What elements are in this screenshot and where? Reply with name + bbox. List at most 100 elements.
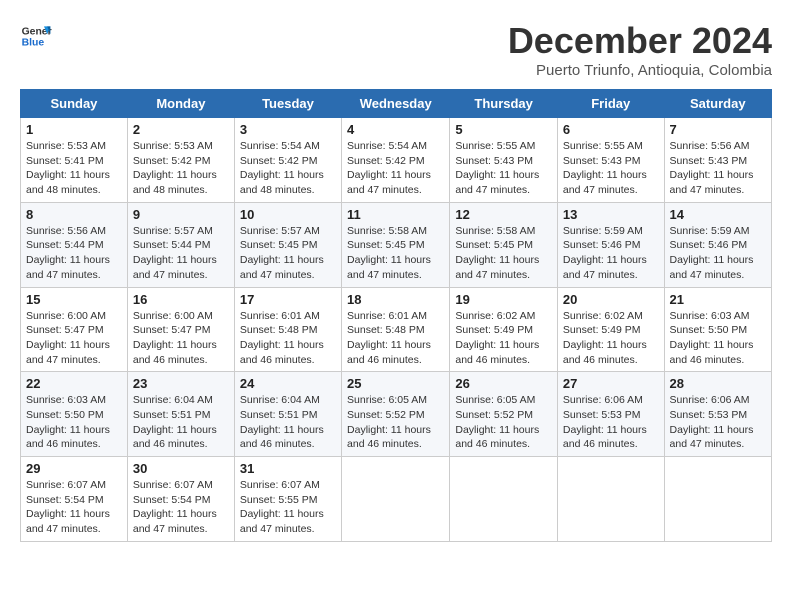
header-day-sunday: Sunday: [21, 90, 128, 118]
day-number: 27: [563, 376, 659, 391]
calendar-cell: 12 Sunrise: 5:58 AMSunset: 5:45 PMDaylig…: [450, 202, 558, 287]
day-info: Sunrise: 6:00 AMSunset: 5:47 PMDaylight:…: [26, 310, 110, 366]
day-number: 21: [670, 292, 766, 307]
day-info: Sunrise: 5:58 AMSunset: 5:45 PMDaylight:…: [347, 225, 431, 281]
header-row: SundayMondayTuesdayWednesdayThursdayFrid…: [21, 90, 772, 118]
calendar-cell: 10 Sunrise: 5:57 AMSunset: 5:45 PMDaylig…: [234, 202, 341, 287]
calendar-cell: 31 Sunrise: 6:07 AMSunset: 5:55 PMDaylig…: [234, 457, 341, 542]
day-number: 13: [563, 207, 659, 222]
day-number: 7: [670, 122, 766, 137]
calendar-cell: 11 Sunrise: 5:58 AMSunset: 5:45 PMDaylig…: [342, 202, 450, 287]
day-info: Sunrise: 5:57 AMSunset: 5:44 PMDaylight:…: [133, 225, 217, 281]
calendar-cell: 1 Sunrise: 5:53 AMSunset: 5:41 PMDayligh…: [21, 118, 128, 203]
calendar-cell: 30 Sunrise: 6:07 AMSunset: 5:54 PMDaylig…: [127, 457, 234, 542]
calendar-cell: 26 Sunrise: 6:05 AMSunset: 5:52 PMDaylig…: [450, 372, 558, 457]
calendar-cell: [450, 457, 558, 542]
day-info: Sunrise: 6:01 AMSunset: 5:48 PMDaylight:…: [240, 310, 324, 366]
day-info: Sunrise: 5:54 AMSunset: 5:42 PMDaylight:…: [347, 140, 431, 196]
calendar-cell: 29 Sunrise: 6:07 AMSunset: 5:54 PMDaylig…: [21, 457, 128, 542]
calendar-cell: 25 Sunrise: 6:05 AMSunset: 5:52 PMDaylig…: [342, 372, 450, 457]
calendar-table: SundayMondayTuesdayWednesdayThursdayFrid…: [20, 89, 772, 542]
day-info: Sunrise: 5:54 AMSunset: 5:42 PMDaylight:…: [240, 140, 324, 196]
day-number: 6: [563, 122, 659, 137]
calendar-cell: 7 Sunrise: 5:56 AMSunset: 5:43 PMDayligh…: [664, 118, 771, 203]
page-title: December 2024: [508, 20, 772, 62]
calendar-cell: 16 Sunrise: 6:00 AMSunset: 5:47 PMDaylig…: [127, 287, 234, 372]
day-number: 4: [347, 122, 444, 137]
day-number: 12: [455, 207, 552, 222]
calendar-cell: 19 Sunrise: 6:02 AMSunset: 5:49 PMDaylig…: [450, 287, 558, 372]
day-info: Sunrise: 5:53 AMSunset: 5:42 PMDaylight:…: [133, 140, 217, 196]
day-info: Sunrise: 5:59 AMSunset: 5:46 PMDaylight:…: [563, 225, 647, 281]
day-number: 19: [455, 292, 552, 307]
svg-text:Blue: Blue: [22, 38, 45, 49]
day-number: 3: [240, 122, 336, 137]
week-row-3: 15 Sunrise: 6:00 AMSunset: 5:47 PMDaylig…: [21, 287, 772, 372]
calendar-cell: 27 Sunrise: 6:06 AMSunset: 5:53 PMDaylig…: [557, 372, 664, 457]
calendar-cell: [342, 457, 450, 542]
day-number: 18: [347, 292, 444, 307]
calendar-cell: 14 Sunrise: 5:59 AMSunset: 5:46 PMDaylig…: [664, 202, 771, 287]
logo-icon: General Blue: [20, 20, 52, 52]
week-row-2: 8 Sunrise: 5:56 AMSunset: 5:44 PMDayligh…: [21, 202, 772, 287]
week-row-5: 29 Sunrise: 6:07 AMSunset: 5:54 PMDaylig…: [21, 457, 772, 542]
calendar-cell: 8 Sunrise: 5:56 AMSunset: 5:44 PMDayligh…: [21, 202, 128, 287]
day-info: Sunrise: 6:07 AMSunset: 5:54 PMDaylight:…: [133, 479, 217, 535]
day-info: Sunrise: 6:06 AMSunset: 5:53 PMDaylight:…: [563, 394, 647, 450]
calendar-cell: 28 Sunrise: 6:06 AMSunset: 5:53 PMDaylig…: [664, 372, 771, 457]
day-number: 28: [670, 376, 766, 391]
day-info: Sunrise: 5:57 AMSunset: 5:45 PMDaylight:…: [240, 225, 324, 281]
day-number: 26: [455, 376, 552, 391]
header-day-thursday: Thursday: [450, 90, 558, 118]
logo: General Blue: [20, 20, 52, 52]
header-day-saturday: Saturday: [664, 90, 771, 118]
page-subtitle: Puerto Triunfo, Antioquia, Colombia: [508, 62, 772, 79]
calendar-cell: 9 Sunrise: 5:57 AMSunset: 5:44 PMDayligh…: [127, 202, 234, 287]
day-number: 9: [133, 207, 229, 222]
day-number: 10: [240, 207, 336, 222]
day-info: Sunrise: 6:04 AMSunset: 5:51 PMDaylight:…: [133, 394, 217, 450]
day-info: Sunrise: 6:05 AMSunset: 5:52 PMDaylight:…: [347, 394, 431, 450]
day-number: 8: [26, 207, 122, 222]
calendar-cell: 22 Sunrise: 6:03 AMSunset: 5:50 PMDaylig…: [21, 372, 128, 457]
day-number: 25: [347, 376, 444, 391]
calendar-cell: 23 Sunrise: 6:04 AMSunset: 5:51 PMDaylig…: [127, 372, 234, 457]
day-number: 22: [26, 376, 122, 391]
calendar-cell: [557, 457, 664, 542]
week-row-1: 1 Sunrise: 5:53 AMSunset: 5:41 PMDayligh…: [21, 118, 772, 203]
day-number: 1: [26, 122, 122, 137]
day-number: 5: [455, 122, 552, 137]
header-day-friday: Friday: [557, 90, 664, 118]
day-info: Sunrise: 5:56 AMSunset: 5:43 PMDaylight:…: [670, 140, 754, 196]
day-info: Sunrise: 5:59 AMSunset: 5:46 PMDaylight:…: [670, 225, 754, 281]
day-info: Sunrise: 5:55 AMSunset: 5:43 PMDaylight:…: [455, 140, 539, 196]
day-info: Sunrise: 6:07 AMSunset: 5:54 PMDaylight:…: [26, 479, 110, 535]
week-row-4: 22 Sunrise: 6:03 AMSunset: 5:50 PMDaylig…: [21, 372, 772, 457]
calendar-cell: 20 Sunrise: 6:02 AMSunset: 5:49 PMDaylig…: [557, 287, 664, 372]
day-info: Sunrise: 6:06 AMSunset: 5:53 PMDaylight:…: [670, 394, 754, 450]
day-number: 17: [240, 292, 336, 307]
calendar-cell: 2 Sunrise: 5:53 AMSunset: 5:42 PMDayligh…: [127, 118, 234, 203]
title-block: December 2024 Puerto Triunfo, Antioquia,…: [508, 20, 772, 79]
day-info: Sunrise: 5:55 AMSunset: 5:43 PMDaylight:…: [563, 140, 647, 196]
day-info: Sunrise: 5:58 AMSunset: 5:45 PMDaylight:…: [455, 225, 539, 281]
day-number: 24: [240, 376, 336, 391]
calendar-cell: 15 Sunrise: 6:00 AMSunset: 5:47 PMDaylig…: [21, 287, 128, 372]
calendar-cell: 17 Sunrise: 6:01 AMSunset: 5:48 PMDaylig…: [234, 287, 341, 372]
day-info: Sunrise: 6:04 AMSunset: 5:51 PMDaylight:…: [240, 394, 324, 450]
calendar-cell: 21 Sunrise: 6:03 AMSunset: 5:50 PMDaylig…: [664, 287, 771, 372]
day-number: 2: [133, 122, 229, 137]
day-number: 30: [133, 461, 229, 476]
header-day-tuesday: Tuesday: [234, 90, 341, 118]
day-number: 16: [133, 292, 229, 307]
calendar-cell: 4 Sunrise: 5:54 AMSunset: 5:42 PMDayligh…: [342, 118, 450, 203]
calendar-cell: 24 Sunrise: 6:04 AMSunset: 5:51 PMDaylig…: [234, 372, 341, 457]
day-info: Sunrise: 6:02 AMSunset: 5:49 PMDaylight:…: [563, 310, 647, 366]
calendar-cell: 5 Sunrise: 5:55 AMSunset: 5:43 PMDayligh…: [450, 118, 558, 203]
calendar-cell: 13 Sunrise: 5:59 AMSunset: 5:46 PMDaylig…: [557, 202, 664, 287]
day-info: Sunrise: 6:00 AMSunset: 5:47 PMDaylight:…: [133, 310, 217, 366]
day-info: Sunrise: 6:02 AMSunset: 5:49 PMDaylight:…: [455, 310, 539, 366]
day-info: Sunrise: 6:03 AMSunset: 5:50 PMDaylight:…: [26, 394, 110, 450]
day-info: Sunrise: 6:03 AMSunset: 5:50 PMDaylight:…: [670, 310, 754, 366]
day-info: Sunrise: 5:56 AMSunset: 5:44 PMDaylight:…: [26, 225, 110, 281]
